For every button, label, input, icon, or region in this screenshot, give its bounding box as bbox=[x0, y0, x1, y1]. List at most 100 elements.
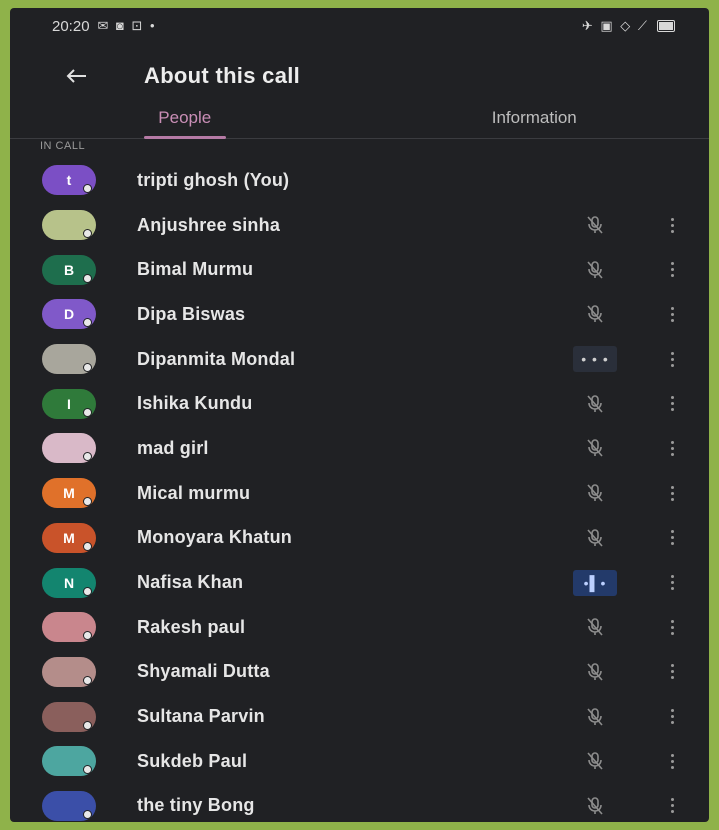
more-options-icon[interactable] bbox=[660, 344, 684, 374]
mic-off-icon[interactable] bbox=[573, 525, 617, 551]
tab-information[interactable]: Information bbox=[360, 98, 710, 138]
more-options-icon[interactable] bbox=[660, 255, 684, 285]
presence-dot bbox=[83, 452, 92, 462]
page-title: About this call bbox=[144, 63, 301, 88]
audio-level-icon[interactable]: • • • bbox=[573, 346, 617, 373]
participant-row[interactable]: Sukdeb Paul bbox=[10, 739, 709, 784]
status-time: 20:20 bbox=[52, 17, 90, 35]
participant-row[interactable]: M Mical murmu bbox=[10, 471, 709, 516]
audio-indicator: • • • bbox=[581, 351, 609, 368]
more-options-icon[interactable] bbox=[660, 568, 684, 598]
presence-dot bbox=[83, 229, 92, 239]
participant-list: t tripti ghosh (You) Anjushree sinha B Bimal… bbox=[10, 158, 709, 822]
participant-row[interactable]: Shyamali Dutta bbox=[10, 650, 709, 695]
participant-name: Nafisa Khan bbox=[137, 572, 244, 593]
back-arrow-icon[interactable] bbox=[48, 56, 104, 96]
participant-row[interactable]: I Ishika Kundu bbox=[10, 381, 709, 426]
presence-dot bbox=[83, 675, 92, 685]
more-options-icon[interactable] bbox=[660, 791, 684, 821]
participant-row[interactable]: Anjushree sinha bbox=[10, 203, 709, 248]
participant-row[interactable]: N Nafisa Khan •▌• bbox=[10, 560, 709, 605]
avatar: I bbox=[42, 388, 96, 419]
participant-row[interactable]: t tripti ghosh (You) bbox=[10, 158, 709, 203]
more-options-icon[interactable] bbox=[660, 612, 684, 642]
presence-dot bbox=[83, 541, 92, 551]
participant-row[interactable]: mad girl bbox=[10, 426, 709, 471]
tab-bar: People Information bbox=[10, 98, 709, 139]
participant-row[interactable]: B Bimal Murmu bbox=[10, 247, 709, 292]
call-screen: 20:20 ✉ ◙ ⊡ • ✈ ▣ ◇ ⟋ About this call Pe… bbox=[10, 8, 709, 822]
mic-off-icon[interactable] bbox=[573, 748, 617, 774]
avatar-initial: N bbox=[63, 574, 75, 591]
participant-row[interactable]: Rakesh paul bbox=[10, 605, 709, 650]
avatar-initial: I bbox=[67, 395, 71, 412]
participant-name: Sukdeb Paul bbox=[137, 750, 248, 771]
mic-off-icon[interactable] bbox=[573, 257, 617, 283]
avatar: t bbox=[42, 165, 96, 196]
tab-people-label: People bbox=[158, 108, 212, 127]
presence-dot bbox=[83, 318, 92, 328]
participant-name: Monoyara Khatun bbox=[137, 527, 293, 548]
avatar bbox=[42, 210, 96, 241]
more-options-icon[interactable] bbox=[660, 657, 684, 687]
participant-name: Shyamali Dutta bbox=[137, 661, 270, 682]
avatar-initial: t bbox=[66, 172, 72, 189]
presence-dot bbox=[83, 363, 92, 373]
participant-name: Dipanmita Mondal bbox=[137, 348, 296, 369]
avatar-initial: M bbox=[63, 485, 75, 502]
mic-off-icon[interactable] bbox=[573, 212, 617, 238]
tab-indicator bbox=[143, 136, 226, 139]
avatar-initial: D bbox=[63, 306, 75, 323]
participant-name: Bimal Murmu bbox=[137, 259, 254, 280]
more-options-icon[interactable] bbox=[660, 746, 684, 776]
mic-off-icon[interactable] bbox=[573, 659, 617, 685]
mic-off-icon[interactable] bbox=[573, 301, 617, 327]
tab-people[interactable]: People bbox=[10, 98, 360, 139]
presence-dot bbox=[83, 720, 92, 730]
more-options-icon[interactable] bbox=[660, 478, 684, 508]
participant-name: mad girl bbox=[137, 437, 209, 458]
participant-name: Sultana Parvin bbox=[137, 706, 265, 727]
app-bar: About this call bbox=[10, 48, 709, 104]
presence-dot bbox=[83, 184, 92, 194]
participant-name: Dipa Biswas bbox=[137, 303, 246, 324]
avatar-initial: M bbox=[63, 529, 75, 546]
participant-row[interactable]: the tiny Bong bbox=[10, 784, 709, 822]
notification-icons: ✉ ◙ ⊡ • bbox=[97, 18, 157, 33]
presence-dot bbox=[83, 497, 92, 507]
avatar: B bbox=[42, 254, 96, 285]
participant-name: Mical murmu bbox=[137, 482, 251, 503]
mic-off-icon[interactable] bbox=[573, 614, 617, 640]
avatar-initial: B bbox=[63, 261, 75, 278]
participant-row[interactable]: Sultana Parvin bbox=[10, 694, 709, 739]
status-bar: 20:20 ✉ ◙ ⊡ • ✈ ▣ ◇ ⟋ bbox=[10, 8, 709, 44]
battery-icon bbox=[657, 20, 675, 32]
presence-dot bbox=[83, 765, 92, 775]
presence-dot bbox=[83, 273, 92, 283]
mic-off-icon[interactable] bbox=[573, 704, 617, 730]
participant-row[interactable]: D Dipa Biswas bbox=[10, 292, 709, 337]
participant-row[interactable]: M Monoyara Khatun bbox=[10, 516, 709, 561]
avatar bbox=[42, 790, 96, 821]
tab-information-label: Information bbox=[491, 108, 577, 127]
more-options-icon[interactable] bbox=[660, 389, 684, 419]
more-options-icon[interactable] bbox=[660, 523, 684, 553]
mic-off-icon[interactable] bbox=[573, 793, 617, 819]
more-options-icon[interactable] bbox=[660, 299, 684, 329]
more-options-icon[interactable] bbox=[660, 210, 684, 240]
mic-off-icon[interactable] bbox=[573, 391, 617, 417]
participant-row[interactable]: Dipanmita Mondal • • • bbox=[10, 337, 709, 382]
system-status-icons: ✈ ▣ ◇ ⟋ bbox=[581, 18, 649, 33]
mic-off-icon[interactable] bbox=[573, 480, 617, 506]
more-options-icon[interactable] bbox=[660, 702, 684, 732]
more-options-icon[interactable] bbox=[660, 433, 684, 463]
avatar bbox=[42, 433, 96, 464]
participant-name: the tiny Bong bbox=[137, 795, 255, 816]
presence-dot bbox=[83, 586, 92, 596]
section-label: IN CALL bbox=[40, 140, 86, 152]
avatar bbox=[42, 746, 96, 777]
presence-dot bbox=[83, 407, 92, 417]
mic-off-icon[interactable] bbox=[573, 435, 617, 461]
speaking-indicator-icon[interactable]: •▌• bbox=[573, 569, 617, 596]
avatar bbox=[42, 701, 96, 732]
